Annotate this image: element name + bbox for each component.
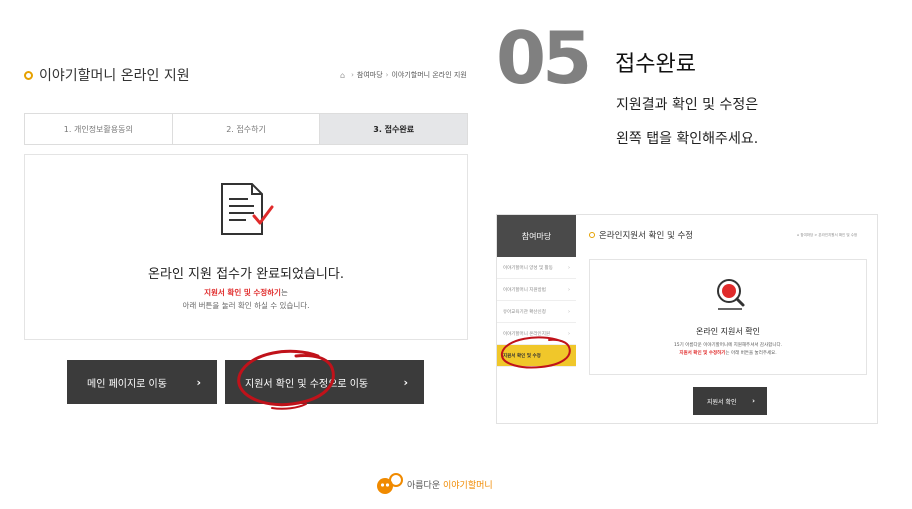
preview-sub-line2: 지원서 확인 및 수정하기는 아래 버튼을 눌러주세요. (679, 351, 777, 356)
step-title: 접수완료 (615, 52, 696, 77)
highlight-circle (237, 349, 335, 410)
go-main-label: 메인 페이지로 이동 (87, 378, 167, 390)
edit-hint-line2: 아래 버튼을 눌러 확인 하실 수 있습니다. (182, 301, 310, 310)
breadcrumb-item[interactable]: 참여마당 (357, 70, 383, 80)
preview-sidebar-header: 참여마당 (497, 215, 576, 257)
chevron-right-icon: › (568, 264, 570, 271)
page-title-text: 이야기할머니 온라인 지원 (39, 68, 190, 84)
preview-content-panel: 온라인 지원서 확인 15기 아름다운 이야기할머니에 지원해주셔서 감사합니다… (589, 259, 867, 375)
grandmother-logo-icon (377, 473, 403, 494)
preview-menu-item[interactable]: 이야기할머니 지원방법 › (497, 279, 576, 301)
title-bullet-icon (24, 70, 33, 80)
complete-message: 온라인 지원 접수가 완료되었습니다. (148, 267, 344, 282)
home-icon[interactable]: ⌂ (340, 71, 345, 80)
breadcrumb: ⌂ › 참여마당 › 이야기할머니 온라인 지원 (340, 70, 467, 80)
step-number: 05 (496, 16, 592, 100)
arrow-right-icon: › (403, 375, 408, 389)
step-tab-apply[interactable]: 2. 접수하기 (172, 114, 321, 144)
preview-highlight-circle (500, 336, 571, 369)
completion-panel: 온라인 지원 접수가 완료되었습니다. 지원서 확인 및 수정하기는 아래 버튼… (24, 154, 468, 340)
breadcrumb-item[interactable]: 이야기할머니 온라인 지원 (391, 70, 466, 80)
document-check-icon (221, 183, 274, 235)
preview-confirm-button[interactable]: 지원서 확인 › (693, 387, 767, 415)
title-bullet-icon (589, 232, 595, 238)
preview-page-title: 온라인지원서 확인 및 수정 (589, 229, 693, 241)
preview-screenshot: 참여마당 이야기할머니 양성 및 활동 › 이야기할머니 지원방법 › 유아교육기관… (496, 214, 878, 424)
edit-hint-highlight: 지원서 확인 및 수정하기 (204, 288, 281, 297)
page-title: 이야기할머니 온라인 지원 (24, 64, 190, 86)
magnifier-icon (717, 279, 745, 310)
preview-menu-item[interactable]: 유아교육기관 확산신청 › (497, 301, 576, 323)
edit-hint: 지원서 확인 및 수정하기는 (204, 288, 288, 297)
preview-breadcrumb: ⌂ 참여마당 > 온라인지원서 확인 및 수정 (797, 233, 858, 237)
footer-logo-text: 아름다운 이야기할머니 (407, 480, 493, 491)
step-description-line1: 지원결과 확인 및 수정은 (616, 97, 759, 113)
chevron-right-icon: › (568, 286, 570, 293)
step-tabs: 1. 개인정보활용동의 2. 접수하기 3. 접수완료 (24, 113, 468, 145)
chevron-right-icon: › (568, 308, 570, 315)
arrow-right-icon: › (196, 375, 201, 389)
step-tab-consent[interactable]: 1. 개인정보활용동의 (25, 114, 173, 144)
step-description-line2: 왼쪽 탭을 확인해주세요. (616, 131, 759, 147)
preview-sub-line1: 15기 아름다운 이야기할머니에 지원해주셔서 감사합니다. (673, 343, 783, 348)
footer-logo: 아름다운 이야기할머니 (376, 472, 493, 496)
step-tab-complete[interactable]: 3. 접수완료 (320, 114, 468, 144)
go-main-button[interactable]: 메인 페이지로 이동 › (67, 360, 217, 404)
preview-message: 온라인 지원서 확인 (696, 327, 760, 336)
preview-menu-item[interactable]: 이야기할머니 양성 및 활동 › (497, 257, 576, 279)
arrow-right-icon: › (752, 397, 755, 405)
